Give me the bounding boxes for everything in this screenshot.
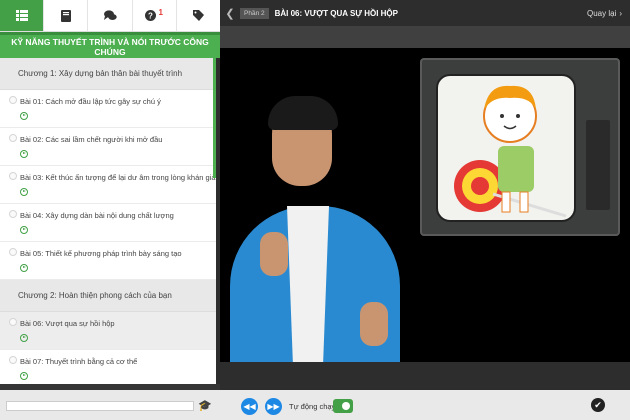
lesson-item[interactable]: Bài 01: Cách mở đầu lập tức gây sự chú ý xyxy=(0,90,216,128)
lesson-status xyxy=(9,96,17,104)
lesson-title: Bài 07: Thuyết trình bằng cả cơ thể xyxy=(20,357,138,366)
course-title: KỸ NĂNG THUYẾT TRÌNH VÀ NÓI TRƯỚC CÔNG C… xyxy=(0,32,220,58)
tab-tags[interactable] xyxy=(177,0,220,31)
lesson-item[interactable]: Bài 05: Thiết kế phương pháp trình bày s… xyxy=(0,242,216,280)
lesson-heading: BÀI 06: VƯỢT QUA SỰ HỒI HỘP xyxy=(274,8,398,18)
rewind-icon: ◀◀ xyxy=(243,402,256,411)
video-frame-top xyxy=(220,26,630,48)
question-icon: ? xyxy=(145,10,157,21)
back-label: Quay lại xyxy=(586,8,617,18)
autoplay-toggle[interactable] xyxy=(333,399,353,413)
tv-graphic xyxy=(420,58,620,236)
player-controls: 🎓 ◀◀ ▶▶ Tự động chạy ✔ xyxy=(0,390,630,420)
play-icon[interactable] xyxy=(20,372,28,380)
tab-discussion[interactable] xyxy=(88,0,133,31)
play-icon[interactable] xyxy=(20,226,28,234)
lesson-status xyxy=(9,356,17,364)
sidebar: ? 1 KỸ NĂNG THUYẾT TRÌNH VÀ NÓI TRƯỚC CÔ… xyxy=(0,0,220,390)
presenter-hair xyxy=(268,96,338,130)
tv-panel xyxy=(586,120,610,210)
lesson-status xyxy=(9,248,17,256)
lesson-item[interactable]: Bài 04: Xây dựng dàn bài nội dung chất l… xyxy=(0,204,216,242)
sidebar-tabs: ? 1 xyxy=(0,0,220,32)
presenter-hand-left xyxy=(260,232,288,276)
graduation-cap-icon: 🎓 xyxy=(198,400,212,412)
play-icon[interactable] xyxy=(20,188,28,196)
chevron-right-icon: › xyxy=(619,8,622,18)
lesson-status xyxy=(9,210,17,218)
lesson-item-current[interactable]: Bài 06: Vượt qua sự hồi hộp xyxy=(0,312,216,350)
lesson-title: Bài 01: Cách mở đầu lập tức gây sự chú ý xyxy=(20,97,161,106)
svg-text:?: ? xyxy=(149,12,154,21)
tv-screen xyxy=(436,74,576,222)
part-label: Phần 2 xyxy=(240,7,269,19)
lesson-title: Bài 05: Thiết kế phương pháp trình bày s… xyxy=(20,249,182,258)
play-icon[interactable] xyxy=(20,112,28,120)
lesson-item[interactable]: Bài 02: Các sai lầm chết người khi mở đầ… xyxy=(0,128,216,166)
list-icon xyxy=(15,10,28,21)
lesson-item[interactable]: Bài 07: Thuyết trình bằng cả cơ thể xyxy=(0,350,216,384)
play-icon[interactable] xyxy=(20,334,28,342)
tab-questions[interactable]: ? 1 xyxy=(133,0,177,31)
autoplay-label: Tự động chạy xyxy=(289,402,336,411)
lesson-status xyxy=(9,172,17,180)
lesson-title: Bài 02: Các sai lầm chết người khi mở đầ… xyxy=(20,135,163,144)
book-icon xyxy=(60,9,71,22)
chevron-left-icon[interactable]: ❮ xyxy=(220,7,240,20)
check-icon[interactable]: ✔ xyxy=(591,398,605,412)
scrollbar-thumb[interactable] xyxy=(213,58,216,178)
cartoon-character xyxy=(454,85,567,218)
tab-documents[interactable] xyxy=(44,0,89,31)
play-icon[interactable] xyxy=(20,264,28,272)
previous-button[interactable]: ◀◀ xyxy=(241,398,258,415)
video-player[interactable] xyxy=(220,26,630,362)
next-button[interactable]: ▶▶ xyxy=(265,398,282,415)
course-player: ? 1 KỸ NĂNG THUYẾT TRÌNH VÀ NÓI TRƯỚC CÔ… xyxy=(0,0,630,420)
lesson-status xyxy=(9,134,17,142)
lesson-title: Bài 03: Kết thúc ấn tượng để lại dư âm t… xyxy=(20,173,216,182)
lesson-title: Bài 04: Xây dựng dàn bài nội dung chất l… xyxy=(20,211,174,220)
chapter-header[interactable]: Chương 2: Hoàn thiện phong cách của bạn xyxy=(0,280,216,312)
play-icon[interactable] xyxy=(20,150,28,158)
lesson-status xyxy=(9,318,17,326)
question-badge: 1 xyxy=(158,8,163,17)
course-progress-bar xyxy=(6,401,194,411)
presenter-hand-right xyxy=(360,302,388,346)
lesson-header: ❮ Phần 2 BÀI 06: VƯỢT QUA SỰ HỒI HỘP Qua… xyxy=(220,0,630,26)
lesson-item[interactable]: Bài 03: Kết thúc ấn tượng để lại dư âm t… xyxy=(0,166,216,204)
lesson-list[interactable]: Chương 1: Xây dựng bản thân bài thuyết t… xyxy=(0,58,216,384)
tab-lessons[interactable] xyxy=(0,0,45,31)
chapter-header[interactable]: Chương 1: Xây dựng bản thân bài thuyết t… xyxy=(0,58,216,90)
back-button[interactable]: Quay lại › xyxy=(587,9,622,18)
tag-icon xyxy=(192,10,204,21)
fast-forward-icon: ▶▶ xyxy=(267,402,280,411)
chat-icon xyxy=(103,10,117,20)
lesson-title: Bài 06: Vượt qua sự hồi hộp xyxy=(20,319,115,328)
